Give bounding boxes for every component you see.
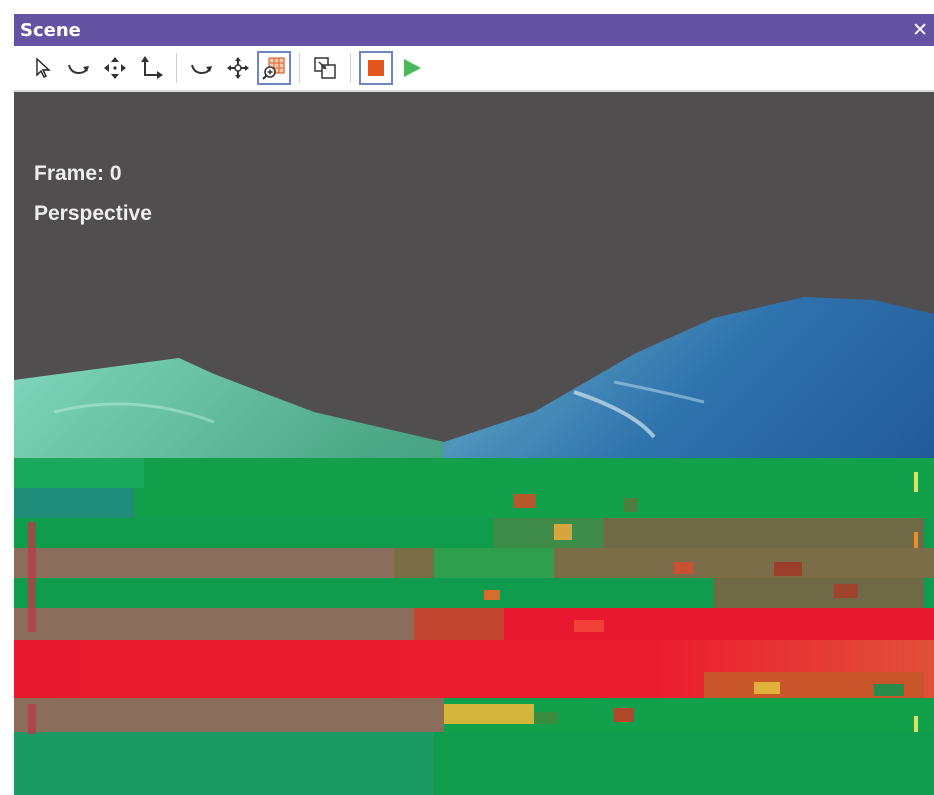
- frame-label: Frame: 0: [34, 162, 122, 185]
- toolbar-separator: [299, 53, 300, 83]
- axes-icon: [141, 56, 163, 79]
- select-tool[interactable]: [26, 51, 60, 85]
- move-arrows-icon: [104, 57, 126, 79]
- scene-viewport[interactable]: Frame: 0 Perspective: [14, 92, 934, 795]
- toolbar-separator: [350, 53, 351, 83]
- frame-icon: [314, 57, 336, 79]
- play-icon: [404, 59, 421, 77]
- view-label: Perspective: [34, 202, 152, 225]
- frame-tool[interactable]: [308, 51, 342, 85]
- terrain-render: [14, 297, 934, 795]
- play-button[interactable]: [395, 51, 429, 85]
- arrow-pointer-icon: [36, 57, 51, 78]
- title-bar: Scene ✕: [14, 14, 934, 46]
- rotate-tool[interactable]: [62, 51, 96, 85]
- glitch-band: [14, 488, 934, 518]
- zoom-grid-tool[interactable]: [257, 51, 291, 85]
- stop-icon: [368, 60, 384, 76]
- viewport-overlay: Frame: 0 Perspective: [34, 154, 152, 234]
- toolbar: [14, 46, 934, 92]
- zoom-grid-icon: [262, 57, 285, 80]
- pan-tool[interactable]: [221, 51, 255, 85]
- window-title: Scene: [20, 19, 81, 41]
- toolbar-separator: [176, 53, 177, 83]
- orbit-tool[interactable]: [185, 51, 219, 85]
- orbit-icon: [191, 64, 212, 75]
- stop-button[interactable]: [359, 51, 393, 85]
- scale-tool[interactable]: [134, 51, 168, 85]
- scene-window: Scene ✕ Frame: 0 Perspective: [14, 14, 934, 795]
- close-icon[interactable]: ✕: [912, 20, 928, 40]
- move-tool[interactable]: [98, 51, 132, 85]
- rotate-icon: [68, 64, 89, 75]
- pan-icon: [227, 57, 249, 79]
